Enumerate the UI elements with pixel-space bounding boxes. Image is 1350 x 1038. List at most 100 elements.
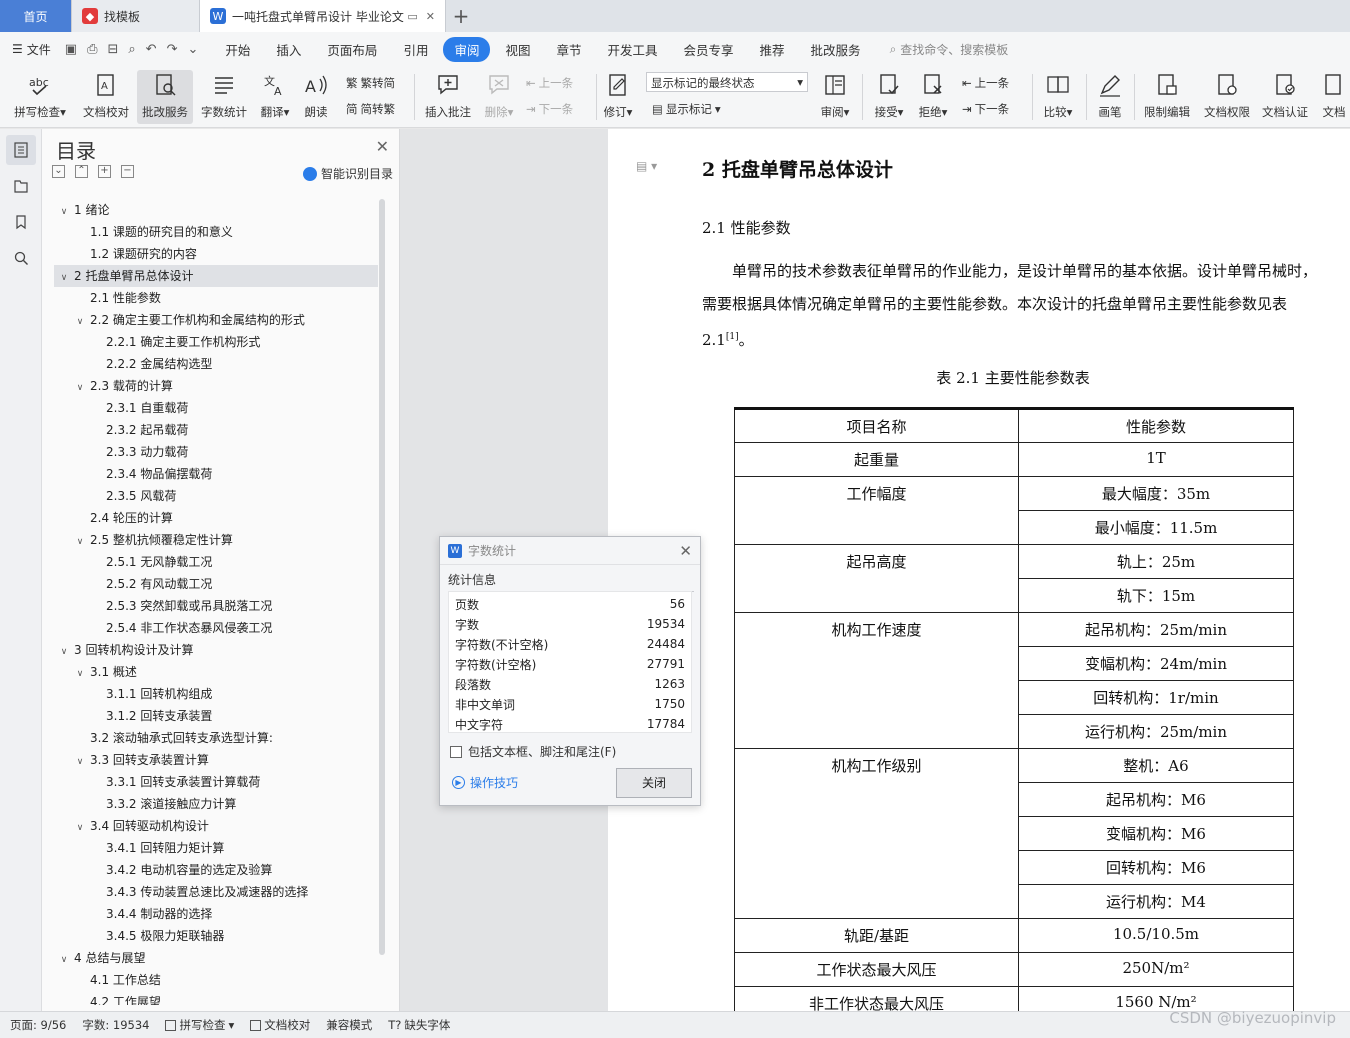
pen-button[interactable]: 画笔 [1092, 70, 1128, 120]
menu-tab[interactable]: 引用 [392, 37, 439, 62]
toc-item[interactable]: 2.3.1 自重载荷 [54, 397, 378, 419]
menu-tab[interactable]: 页面布局 [316, 37, 388, 62]
review-pane-button[interactable]: 审阅▾ [816, 70, 854, 120]
toc-item[interactable]: 2.3.5 风载荷 [54, 485, 378, 507]
command-search[interactable]: ⌕ 查找命令、搜索模板 [890, 41, 1009, 58]
missing-font-button[interactable]: T? 缺失字体 [388, 1017, 450, 1033]
spell-check-status[interactable]: 拼写检查 ▾ [165, 1017, 234, 1033]
delete-comment-button[interactable]: 删除▾ [480, 70, 518, 120]
menu-tab[interactable]: 审阅 [443, 36, 491, 62]
expand-up-icon[interactable]: ⌃ [75, 165, 88, 178]
find-button[interactable] [6, 243, 36, 273]
proof-status[interactable]: 文档校对 [250, 1017, 310, 1033]
toc-item[interactable]: 2.1 性能参数 [54, 287, 378, 309]
collapse-all-icon[interactable]: ⌄ [52, 165, 65, 178]
toc-item[interactable]: ∨ 3.4 回转驱动机构设计 [54, 815, 378, 837]
review-service-button[interactable]: 批改服务 [137, 70, 193, 124]
word-count-button[interactable]: 字数统计 [198, 70, 250, 120]
toc-item[interactable]: 3.4.4 制动器的选择 [54, 903, 378, 925]
toc-scrollbar[interactable] [379, 199, 385, 955]
chevron-down-icon[interactable]: ∨ [74, 817, 86, 839]
doc-proof-button[interactable]: A 文档校对 [78, 70, 134, 120]
chevron-down-icon[interactable]: ∨ [74, 311, 86, 333]
menu-tab[interactable]: 章节 [545, 37, 592, 62]
chevron-down-icon[interactable]: ∨ [74, 663, 86, 685]
prev-comment-button[interactable]: ⇤ 上一条 [526, 75, 573, 91]
toc-item[interactable]: 2.5.4 非工作状态暴风侵袭工况 [54, 617, 378, 639]
menu-tab[interactable]: 开发工具 [597, 37, 669, 62]
preview-icon[interactable]: ⌕ [128, 42, 135, 57]
save-icon[interactable]: ▣ [65, 42, 77, 57]
page-indicator[interactable]: 页面: 9/56 [10, 1017, 66, 1033]
export-icon[interactable]: ⎙ [87, 42, 97, 57]
toc-item[interactable]: 2.2.1 确定主要工作机构形式 [54, 331, 378, 353]
next-change-button[interactable]: ⇥ 下一条 [962, 101, 1009, 117]
markup-state-select[interactable]: 显示标记的最终状态 ▾ [646, 72, 808, 92]
show-markup-button[interactable]: ▤ 显示标记 ▾ [652, 101, 721, 117]
toc-item[interactable]: ∨ 3.3 回转支承装置计算 [54, 749, 378, 771]
toc-item[interactable]: 3.4.1 回转阻力矩计算 [54, 837, 378, 859]
doc-more-button[interactable]: 文档 [1318, 70, 1350, 120]
translate-button[interactable]: 文A 翻译▾ [256, 70, 294, 120]
toc-item[interactable]: ∨ 2.2 确定主要工作机构和金属结构的形式 [54, 309, 378, 331]
toc-item[interactable]: ∨ 2 托盘单臂吊总体设计 [54, 265, 378, 287]
toc-item[interactable]: 2.5.1 无风静载工况 [54, 551, 378, 573]
toc-panel-button[interactable] [6, 135, 36, 165]
read-aloud-button[interactable]: A 朗读 [298, 70, 334, 120]
redo-icon[interactable]: ↷ [167, 42, 178, 57]
file-menu[interactable]: ☰ 文件 [12, 41, 51, 58]
include-textbox-checkbox[interactable]: 包括文本框、脚注和尾注(F) [450, 743, 616, 760]
insert-comment-button[interactable]: 插入批注 [420, 70, 476, 120]
doc-certify-button[interactable]: 文档认证 [1258, 70, 1312, 120]
paragraph-menu-icon[interactable]: ▤ ▾ [636, 159, 657, 173]
chevron-down-icon[interactable]: ∨ [58, 267, 70, 289]
toc-item[interactable]: 2.3.3 动力载荷 [54, 441, 378, 463]
print-icon[interactable]: ⊟ [107, 42, 118, 57]
toc-item[interactable]: 3.3.2 滚道接触应力计算 [54, 793, 378, 815]
new-tab-button[interactable]: + [446, 0, 476, 32]
bookmark-button[interactable] [6, 207, 36, 237]
tips-link[interactable]: ▶ 操作技巧 [452, 774, 518, 791]
doc-permission-button[interactable]: 文档权限 [1200, 70, 1254, 120]
toc-item[interactable]: 3.1.2 回转支承装置 [54, 705, 378, 727]
compare-button[interactable]: 比较▾ [1038, 70, 1078, 120]
toc-item[interactable]: ∨ 1 绪论 [54, 199, 378, 221]
add-level-icon[interactable]: + [98, 165, 111, 178]
tab-close-icon[interactable]: ✕ [426, 10, 435, 23]
chevron-down-icon[interactable]: ∨ [74, 531, 86, 553]
chevron-down-icon[interactable]: ∨ [58, 641, 70, 663]
toc-item[interactable]: ∨ 3.1 概述 [54, 661, 378, 683]
toc-item[interactable]: 1.2 课题研究的内容 [54, 243, 378, 265]
monitor-icon[interactable]: ▭ [407, 10, 417, 23]
spell-check-button[interactable]: abc 拼写检查▾ [10, 70, 70, 120]
toc-item[interactable]: 2.4 轮压的计算 [54, 507, 378, 529]
toc-item[interactable]: 2.3.2 起吊载荷 [54, 419, 378, 441]
chevron-down-icon[interactable]: ∨ [74, 377, 86, 399]
track-changes-button[interactable]: 修订▾ [602, 70, 634, 120]
menu-tab[interactable]: 视图 [494, 37, 541, 62]
tab-templates[interactable]: ◆ 找模板 [72, 0, 200, 32]
toc-item[interactable]: 3.3.1 回转支承装置计算载荷 [54, 771, 378, 793]
toc-item[interactable]: ∨ 3 回转机构设计及计算 [54, 639, 378, 661]
smart-toc-button[interactable]: 智能识别目录 [302, 165, 393, 182]
menu-tab[interactable]: 插入 [265, 37, 312, 62]
more-icon[interactable]: ⌄ [187, 42, 198, 57]
accept-button[interactable]: 接受▾ [870, 70, 908, 120]
chevron-down-icon[interactable]: ∨ [58, 201, 70, 223]
close-icon[interactable]: ✕ [679, 542, 692, 560]
prev-change-button[interactable]: ⇤ 上一条 [962, 75, 1009, 91]
chevron-down-icon[interactable]: ∨ [58, 949, 70, 971]
reject-button[interactable]: 拒绝▾ [914, 70, 952, 120]
toc-item[interactable]: 3.4.2 电动机容量的选定及验算 [54, 859, 378, 881]
toc-item[interactable]: ∨ 4 总结与展望 [54, 947, 378, 969]
tab-home[interactable]: 首页 [0, 0, 72, 32]
toc-item[interactable]: 4.2 工作展望 [54, 991, 378, 1005]
word-count-indicator[interactable]: 字数: 19534 [82, 1017, 149, 1033]
toc-item[interactable]: 4.1 工作总结 [54, 969, 378, 991]
to-simplified-button[interactable]: 简简转繁 [346, 101, 395, 117]
toc-item[interactable]: 2.5.3 突然卸载或吊具脱落工况 [54, 595, 378, 617]
menu-tab[interactable]: 推荐 [749, 37, 796, 62]
toc-item[interactable]: 2.2.2 金属结构选型 [54, 353, 378, 375]
remove-level-icon[interactable]: − [121, 165, 134, 178]
toc-item[interactable]: 1.1 课题的研究目的和意义 [54, 221, 378, 243]
